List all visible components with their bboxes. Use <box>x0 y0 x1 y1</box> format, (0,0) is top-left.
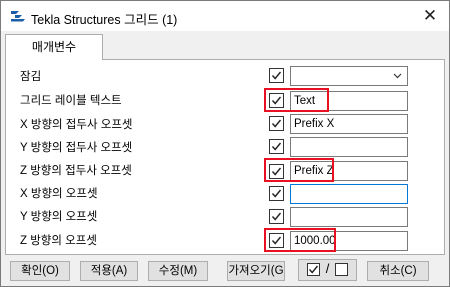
get-button[interactable]: 가져오기(G <box>227 261 285 281</box>
z-offset-field[interactable]: 1000.00 <box>290 231 408 251</box>
cancel-button[interactable]: 취소(C) <box>367 261 429 281</box>
check-icon <box>271 96 282 105</box>
close-icon: ✕ <box>422 6 438 25</box>
y-offset-checkbox[interactable] <box>269 209 284 224</box>
z-offset-checkbox[interactable] <box>269 233 284 248</box>
row-label-z-prefix-offset: Z 방향의 접두사 오프셋 <box>20 165 132 177</box>
row-label-locked: 잠김 <box>20 71 42 83</box>
check-icon <box>271 71 282 80</box>
chevron-down-icon <box>393 67 402 91</box>
row-label-x-prefix-offset: X 방향의 접두사 오프셋 <box>20 119 133 131</box>
apply-button[interactable]: 적용(A) <box>80 261 138 281</box>
close-button[interactable]: ✕ <box>419 6 441 26</box>
x-prefix-offset-checkbox[interactable] <box>269 116 284 131</box>
grid-label-text-field[interactable]: Text <box>290 91 408 111</box>
grid-dialog: Tekla Structures 그리드 (1) ✕ 매개변수 잠김 그리드 레… <box>0 0 450 287</box>
row-label-x-offset: X 방향의 오프셋 <box>20 188 98 200</box>
row-label-z-offset: Z 방향의 오프셋 <box>20 235 97 247</box>
title-bar: Tekla Structures 그리드 (1) ✕ <box>1 1 449 31</box>
x-offset-field[interactable] <box>290 184 408 204</box>
row-label-y-offset: Y 방향의 오프셋 <box>20 211 98 223</box>
tab-parameters-label: 매개변수 <box>31 40 77 54</box>
grid-label-text-checkbox[interactable] <box>269 93 284 108</box>
x-offset-checkbox[interactable] <box>269 186 284 201</box>
locked-enable-checkbox[interactable] <box>269 68 284 83</box>
toggle-all-checkboxes-button[interactable]: / <box>298 259 357 281</box>
tekla-logo-icon <box>10 9 26 23</box>
checked-box-icon <box>307 263 321 277</box>
check-icon <box>271 142 282 151</box>
z-prefix-offset-checkbox[interactable] <box>269 164 284 179</box>
toggle-separator: / <box>325 261 330 276</box>
check-icon <box>271 167 282 176</box>
row-label-y-prefix-offset: Y 방향의 접두사 오프셋 <box>20 142 133 154</box>
window-title: Tekla Structures 그리드 (1) <box>31 13 178 27</box>
z-prefix-offset-field[interactable]: Prefix Z <box>290 161 408 181</box>
row-label-grid-label-text: 그리드 레이블 텍스트 <box>20 95 122 107</box>
y-prefix-offset-checkbox[interactable] <box>269 139 284 154</box>
check-icon <box>271 119 282 128</box>
check-icon <box>271 236 282 245</box>
parameters-panel: 잠김 그리드 레이블 텍스트 Text X 방향의 접두사 오프셋 Prefix… <box>5 59 445 255</box>
locked-dropdown[interactable] <box>290 66 408 86</box>
check-icon <box>271 212 282 221</box>
x-prefix-offset-field[interactable]: Prefix X <box>290 114 408 134</box>
modify-button[interactable]: 수정(M) <box>148 261 208 281</box>
unchecked-box-icon <box>334 263 348 277</box>
ok-button[interactable]: 확인(O) <box>10 261 70 281</box>
check-icon <box>271 189 282 198</box>
tab-parameters[interactable]: 매개변수 <box>5 34 103 60</box>
y-prefix-offset-field[interactable] <box>290 137 408 157</box>
y-offset-field[interactable] <box>290 207 408 227</box>
